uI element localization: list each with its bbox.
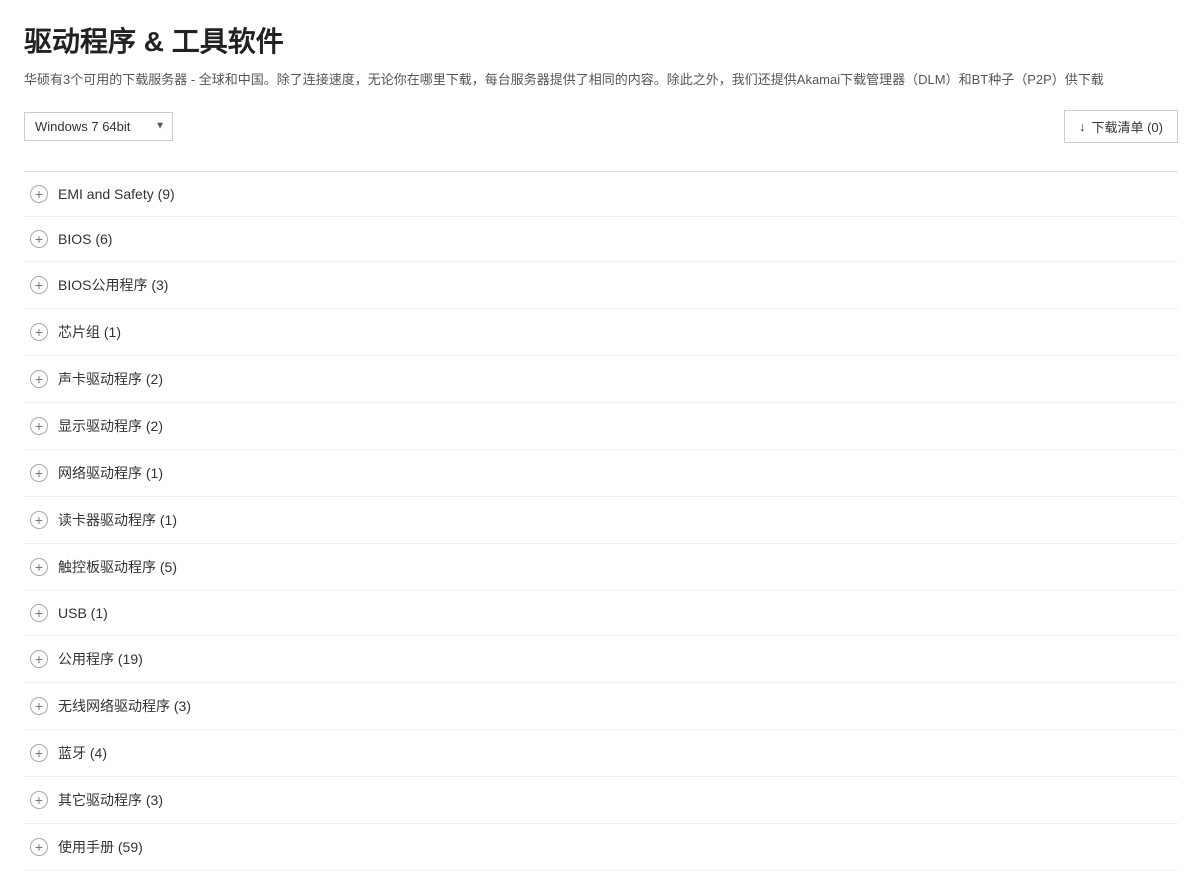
expand-icon: + xyxy=(30,650,48,668)
expand-icon: + xyxy=(30,697,48,715)
expand-icon: + xyxy=(30,417,48,435)
category-row[interactable]: + 使用手册 (59) xyxy=(24,824,1178,870)
download-list-button[interactable]: ↓ 下载清单 (0) xyxy=(1064,110,1178,143)
expand-icon: + xyxy=(30,511,48,529)
category-label: 公用程序 (19) xyxy=(58,649,143,669)
category-label: 读卡器驱动程序 (1) xyxy=(58,510,177,530)
download-list-label: 下载清单 (0) xyxy=(1091,117,1163,136)
category-item: + 公用程序 (19) xyxy=(24,636,1178,683)
category-item: + 蓝牙 (4) xyxy=(24,730,1178,777)
category-label: 使用手册 (59) xyxy=(58,837,143,857)
category-label: 网络驱动程序 (1) xyxy=(58,463,163,483)
category-label: 蓝牙 (4) xyxy=(58,743,107,763)
category-item: + 其它驱动程序 (3) xyxy=(24,777,1178,824)
category-row[interactable]: + USB (1) xyxy=(24,591,1178,635)
expand-icon: + xyxy=(30,370,48,388)
category-item: + 读卡器驱动程序 (1) xyxy=(24,497,1178,544)
category-label: 显示驱动程序 (2) xyxy=(58,416,163,436)
expand-icon: + xyxy=(30,604,48,622)
category-row[interactable]: + 读卡器驱动程序 (1) xyxy=(24,497,1178,543)
category-list: + EMI and Safety (9) + BIOS (6) + BIOS公用程序 (3… xyxy=(24,172,1178,871)
category-row[interactable]: + 其它驱动程序 (3) xyxy=(24,777,1178,823)
category-item: + 网络驱动程序 (1) xyxy=(24,450,1178,497)
expand-icon: + xyxy=(30,185,48,203)
category-row[interactable]: + BIOS公用程序 (3) xyxy=(24,262,1178,308)
page-title: 驱动程序 & 工具软件 xyxy=(24,20,1178,60)
expand-icon: + xyxy=(30,558,48,576)
category-item: + BIOS公用程序 (3) xyxy=(24,262,1178,309)
download-icon: ↓ xyxy=(1079,119,1086,134)
category-row[interactable]: + 公用程序 (19) xyxy=(24,636,1178,682)
category-row[interactable]: + BIOS (6) xyxy=(24,217,1178,261)
expand-icon: + xyxy=(30,464,48,482)
category-item: + 声卡驱动程序 (2) xyxy=(24,356,1178,403)
category-row[interactable]: + 芯片组 (1) xyxy=(24,309,1178,355)
category-label: 其它驱动程序 (3) xyxy=(58,790,163,810)
page-subtitle: 华硕有3个可用的下载服务器 - 全球和中国。除了连接速度，无论你在哪里下载，每台… xyxy=(24,70,1178,90)
category-row[interactable]: + EMI and Safety (9) xyxy=(24,172,1178,216)
category-item: + 无线网络驱动程序 (3) xyxy=(24,683,1178,730)
category-row[interactable]: + 网络驱动程序 (1) xyxy=(24,450,1178,496)
category-label: 无线网络驱动程序 (3) xyxy=(58,696,191,716)
category-item: + BIOS (6) xyxy=(24,217,1178,262)
toolbar: Windows 7 64bit Windows 10 64bit Windows… xyxy=(24,110,1178,155)
category-label: 声卡驱动程序 (2) xyxy=(58,369,163,389)
category-label: BIOS (6) xyxy=(58,231,112,247)
category-item: + 触控板驱动程序 (5) xyxy=(24,544,1178,591)
category-item: + USB (1) xyxy=(24,591,1178,636)
expand-icon: + xyxy=(30,230,48,248)
category-label: 芯片组 (1) xyxy=(58,322,121,342)
category-label: USB (1) xyxy=(58,605,108,621)
expand-icon: + xyxy=(30,791,48,809)
category-row[interactable]: + 显示驱动程序 (2) xyxy=(24,403,1178,449)
os-select-wrapper[interactable]: Windows 7 64bit Windows 10 64bit Windows… xyxy=(24,112,173,141)
category-item: + 使用手册 (59) xyxy=(24,824,1178,871)
os-select[interactable]: Windows 7 64bit Windows 10 64bit Windows… xyxy=(24,112,173,141)
category-row[interactable]: + 蓝牙 (4) xyxy=(24,730,1178,776)
expand-icon: + xyxy=(30,838,48,856)
category-item: + 芯片组 (1) xyxy=(24,309,1178,356)
category-row[interactable]: + 无线网络驱动程序 (3) xyxy=(24,683,1178,729)
expand-icon: + xyxy=(30,323,48,341)
expand-icon: + xyxy=(30,744,48,762)
category-item: + 显示驱动程序 (2) xyxy=(24,403,1178,450)
category-label: EMI and Safety (9) xyxy=(58,186,175,202)
category-item: + EMI and Safety (9) xyxy=(24,172,1178,217)
expand-icon: + xyxy=(30,276,48,294)
category-row[interactable]: + 触控板驱动程序 (5) xyxy=(24,544,1178,590)
category-label: 触控板驱动程序 (5) xyxy=(58,557,177,577)
category-label: BIOS公用程序 (3) xyxy=(58,275,168,295)
category-row[interactable]: + 声卡驱动程序 (2) xyxy=(24,356,1178,402)
